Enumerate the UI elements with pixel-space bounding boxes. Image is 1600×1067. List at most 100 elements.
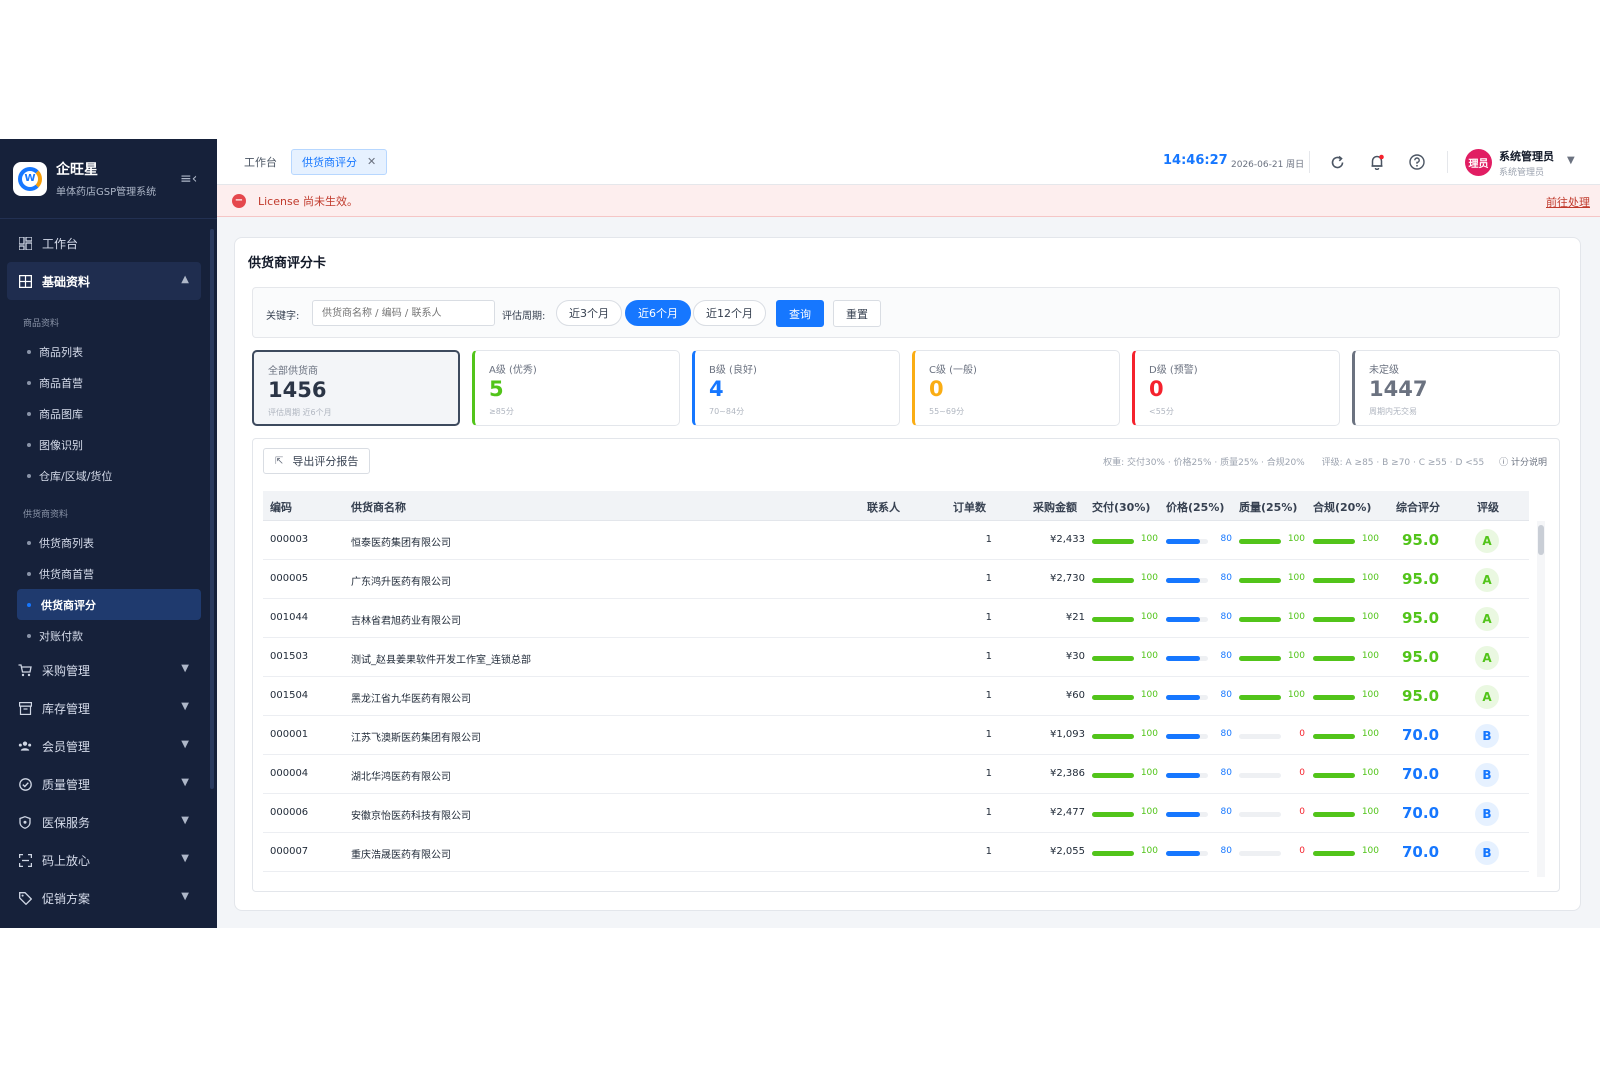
refresh-icon[interactable] [1327,152,1347,172]
avatar[interactable]: 理员 [1465,149,1492,176]
sidebar-item-goods-first[interactable]: 商品首营 [0,367,217,398]
bell-icon[interactable] [1367,152,1387,172]
score-bar-fill [1313,656,1355,661]
sidebar-item-supplier-list[interactable]: 供货商列表 [0,527,217,558]
score-bar-fill [1092,773,1134,778]
cell-code: 000004 [270,768,309,779]
scroll-thumb[interactable] [1538,525,1544,555]
score-value-quality: 100 [1287,612,1305,622]
sidebar-item-label: 会员管理 [42,739,91,754]
stat-all-card[interactable]: 全部供货商 1456 评估周期 近6个月 [252,350,460,426]
table-row[interactable]: 000006 安徽京怡医药科技有限公司 1 ¥2,477 100 80 0 100 70.0 B [263,794,1529,833]
column-header-orders[interactable]: 订单数 [953,499,986,515]
column-header-delivery[interactable]: 交付(30%) [1092,499,1150,515]
column-header-name[interactable]: 供货商名称 [351,499,406,515]
column-header-grade[interactable]: 评级 [1477,499,1499,515]
sidebar-scrollbar[interactable] [210,229,214,789]
sidebar-item-warehouse[interactable]: 仓库/区域/货位 [0,460,217,491]
column-header-total[interactable]: 综合评分 [1396,499,1440,515]
column-header-quality[interactable]: 质量(25%) [1239,499,1297,515]
scoring-help-link[interactable]: ⓘ 计分说明 [1499,458,1547,468]
stat-subtext: 周期内无交易 [1369,407,1417,416]
sidebar-group-member[interactable]: 会员管理 ▼ [0,727,217,765]
sidebar-group-promotion[interactable]: 促销方案 ▼ [0,879,217,917]
cell-supplier-name[interactable]: 安徽京怡医药科技有限公司 [351,807,471,822]
sidebar-item-reconciliation[interactable]: 对账付款 [0,620,217,651]
cell-supplier-name[interactable]: 湖北华鸿医药有限公司 [351,768,451,783]
stat-grade-a-card[interactable]: A级 (优秀) 5 ≥85分 [472,350,680,426]
table-scrollbar[interactable] [1537,521,1545,877]
tab-workbench[interactable]: 工作台 [244,154,277,170]
sidebar-group-inventory[interactable]: 库存管理 ▼ [0,689,217,727]
tab-supplier-score[interactable]: 供货商评分 ✕ [291,148,388,175]
sidebar-group-purchase[interactable]: 采购管理 ▼ [0,651,217,689]
score-value-price: 80 [1220,729,1232,739]
table-row[interactable]: 000001 江苏飞澳斯医药集团有限公司 1 ¥1,093 100 80 0 100 70.0 B [263,716,1529,755]
score-value-price: 80 [1220,846,1232,856]
stat-grade-b-card[interactable]: B级 (良好) 4 70~84分 [692,350,900,426]
score-bar-quality [1239,539,1281,544]
cell-supplier-name[interactable]: 广东鸿升医药有限公司 [351,573,451,588]
table-row[interactable]: 001504 黑龙江省九华医药有限公司 1 ¥60 100 80 100 100 95.0 A [263,677,1529,716]
sidebar-item-supplier-first[interactable]: 供货商首营 [0,558,217,589]
score-bar-compliance [1313,578,1355,583]
score-bar-fill [1239,656,1281,661]
table-row[interactable]: 001503 测试_赵县姜果软件开发工作室_连锁总部 1 ¥30 100 80 100 100… [263,638,1529,677]
sidebar-item-goods-list[interactable]: 商品列表 [0,336,217,367]
stat-grade-c-card[interactable]: C级 (一般) 0 55~69分 [912,350,1120,426]
stat-grade-d-card[interactable]: D级 (预警) 0 <55分 [1132,350,1340,426]
error-icon: − [232,193,246,208]
table-row[interactable]: 000003 恒泰医药集团有限公司 1 ¥2,433 100 80 100 100 95.0 A [263,521,1529,560]
column-header-code[interactable]: 编码 [270,499,292,515]
chevron-down-icon: ▼ [181,663,189,674]
period-3-months[interactable]: 近3个月 [556,300,622,326]
score-bar-delivery [1092,773,1134,778]
score-value-delivery: 100 [1140,573,1158,583]
column-header-price[interactable]: 价格(25%) [1166,499,1224,515]
sidebar-item-image-recognition[interactable]: 图像识别 [0,429,217,460]
export-report-button[interactable]: ⇱ 导出评分报告 [263,448,371,474]
query-button[interactable]: 查询 [776,300,824,327]
alert-action-link[interactable]: 前往处理 [1546,194,1590,210]
table-row[interactable]: 001044 吉林省君旭药业有限公司 1 ¥21 100 80 100 100 95.0 A [263,599,1529,638]
collapse-menu-icon[interactable]: ≡‹ [180,171,197,187]
sidebar-group-quality[interactable]: 质量管理 ▼ [0,765,217,803]
score-bar-compliance [1313,695,1355,700]
grade-badge: A [1475,685,1499,709]
sidebar-item-goods-gallery[interactable]: 商品图库 [0,398,217,429]
sidebar-group-medical-insurance[interactable]: 医保服务 ▼ [0,803,217,841]
table-row[interactable]: 000007 重庆浩晟医药有限公司 1 ¥2,055 100 80 0 100 70.0 B [263,833,1529,872]
table-row[interactable]: 000004 湖北华鸿医药有限公司 1 ¥2,386 100 80 0 100 70.0 B [263,755,1529,794]
help-icon[interactable] [1407,152,1427,172]
chevron-down-icon[interactable]: ▼ [1567,155,1575,166]
sidebar-group-basic-data[interactable]: 基础资料 ▲ [7,262,201,300]
cell-orders: 1 [985,612,992,623]
keyword-input[interactable] [312,300,495,326]
period-6-months[interactable]: 近6个月 [625,300,691,326]
cell-supplier-name[interactable]: 吉林省君旭药业有限公司 [351,612,461,627]
column-header-amount[interactable]: 采购金额 [1033,499,1077,515]
cell-supplier-name[interactable]: 黑龙江省九华医药有限公司 [351,690,471,705]
table-row[interactable]: 000005 广东鸿升医药有限公司 1 ¥2,730 100 80 100 100 95.0 A [263,560,1529,599]
score-bar-quality [1239,812,1281,817]
column-header-contact[interactable]: 联系人 [867,499,900,515]
user-name[interactable]: 系统管理员 [1499,148,1554,164]
close-icon[interactable]: ✕ [367,155,376,168]
sidebar-item-supplier-score[interactable]: 供货商评分 [17,589,201,620]
cell-supplier-name[interactable]: 江苏飞澳斯医药集团有限公司 [351,729,481,744]
score-bar-delivery [1092,695,1134,700]
column-header-compliance[interactable]: 合规(20%) [1313,499,1371,515]
cell-supplier-name[interactable]: 重庆浩晟医药有限公司 [351,846,451,861]
stat-ungraded-card[interactable]: 未定级 1447 周期内无交易 [1352,350,1560,426]
dashboard-icon [18,236,32,250]
cell-supplier-name[interactable]: 测试_赵县姜果软件开发工作室_连锁总部 [351,651,531,666]
sidebar-item-workbench[interactable]: 工作台 [0,224,217,262]
score-value-price: 80 [1220,690,1232,700]
score-bar-fill [1166,812,1200,817]
stat-value: 0 [1149,377,1164,401]
reset-button[interactable]: 重置 [833,300,881,327]
period-12-months[interactable]: 近12个月 [693,300,766,326]
cell-supplier-name[interactable]: 恒泰医药集团有限公司 [351,534,451,549]
main-area: 工作台 供货商评分 ✕ 14:46:27 2026-06-21 周日 理员 系统… [217,139,1600,928]
sidebar-group-trace-code[interactable]: 码上放心 ▼ [0,841,217,879]
